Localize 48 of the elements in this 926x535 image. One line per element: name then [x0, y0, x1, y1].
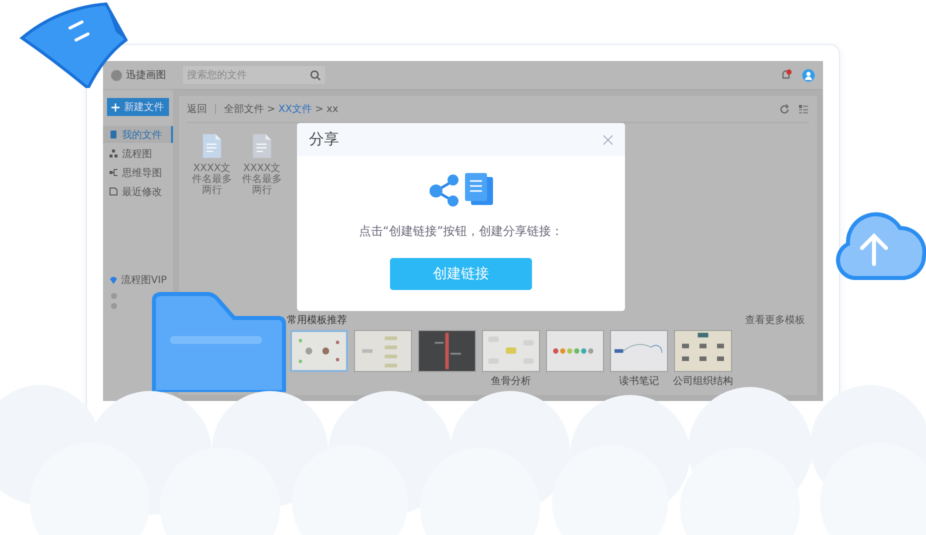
dialog-title: 分享 — [309, 130, 339, 149]
app-name: 迅捷画图 — [126, 68, 166, 82]
back-link[interactable]: 返回 — [187, 102, 207, 116]
file-name: XXXX文件名最多两行 — [191, 163, 233, 196]
template-preview[interactable] — [354, 330, 412, 372]
flowchart-icon — [109, 149, 118, 158]
breadcrumb-item[interactable]: xx — [326, 104, 338, 114]
help-icon[interactable] — [111, 303, 117, 309]
breadcrumb-item[interactable]: XX文件 — [278, 102, 312, 116]
close-icon[interactable] — [603, 134, 613, 144]
nav-item[interactable]: 思维导图 — [103, 164, 173, 181]
nav-item[interactable]: 流程图 — [103, 145, 173, 162]
template-preview[interactable] — [290, 330, 348, 372]
diamond-icon — [109, 276, 118, 284]
avatar-icon[interactable] — [802, 68, 815, 82]
template-preview[interactable] — [610, 330, 668, 372]
breadcrumb-separator: > — [315, 104, 324, 114]
file-icon[interactable] — [252, 133, 272, 159]
search-field[interactable]: 搜索您的文件 — [183, 66, 325, 84]
more-templates-link[interactable]: 查看更多模板 — [745, 313, 805, 327]
file-icon — [109, 130, 118, 139]
nav-item[interactable]: 最近修改 — [103, 183, 173, 200]
document-icon — [109, 187, 118, 196]
breadcrumb-item[interactable]: 全部文件 — [224, 102, 264, 116]
template-preview[interactable] — [546, 330, 604, 372]
template-name: 读书笔记 — [619, 374, 659, 388]
new-file-button[interactable]: 新建文件 — [107, 98, 169, 116]
bell-icon[interactable] — [780, 69, 792, 81]
logo-icon — [111, 70, 122, 80]
dialog-message: 点击“创建链接”按钮，创建分享链接： — [358, 223, 564, 240]
template-name: 鱼骨分析 — [491, 374, 531, 388]
breadcrumb-separator: > — [267, 104, 276, 114]
template-preview[interactable] — [482, 330, 540, 372]
file-icon[interactable] — [202, 133, 222, 159]
plus-icon — [111, 102, 120, 112]
section-title: 常用模板推荐 — [287, 314, 347, 327]
file-name: XXXX文件名最多两行 — [241, 163, 283, 196]
list-view-icon[interactable] — [798, 104, 809, 114]
mind-map-icon — [109, 168, 118, 177]
template-preview[interactable] — [674, 330, 732, 372]
nav-item[interactable]: 我的文件 — [103, 126, 173, 143]
template-name: 公司组织结构 — [673, 374, 733, 388]
settings-icon[interactable] — [111, 293, 117, 299]
refresh-icon[interactable] — [779, 104, 790, 114]
vip-link[interactable]: 流程图VIP — [121, 273, 167, 287]
create-link-button[interactable]: 创建链接 — [390, 258, 532, 290]
template-preview[interactable] — [418, 330, 476, 372]
share-document-icon — [427, 173, 495, 209]
